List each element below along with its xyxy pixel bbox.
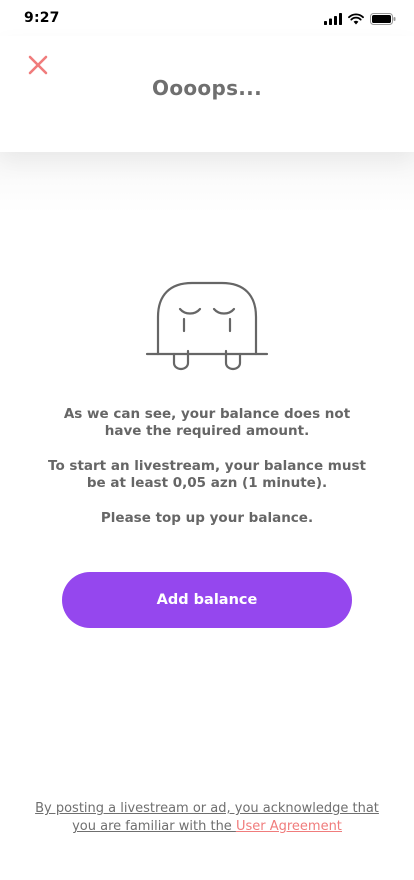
add-balance-label: Add balance: [156, 592, 258, 608]
agreement-note-line1: By posting a livestream or ad, you ackno…: [35, 801, 379, 816]
agreement-note-prefix: you are familiar with the: [72, 819, 236, 834]
screen: 9:27 Oooops... As we can see, your balan…: [0, 0, 414, 880]
balance-message-line1: As we can see, your balance does not: [63, 406, 351, 422]
minimum-message-line2: be at least 0,05 azn (1 minute).: [86, 475, 328, 491]
balance-message: As we can see, your balance does not hav…: [40, 406, 374, 440]
wifi-icon: [348, 13, 364, 25]
header: Oooops...: [0, 36, 414, 152]
minimum-message-line1: To start an livestream, your balance mus…: [48, 458, 366, 474]
agreement-note-line2: you are familiar with the User Agreement: [10, 818, 404, 836]
agreement-note: By posting a livestream or ad, you ackno…: [10, 800, 404, 836]
status-icons: [324, 12, 396, 26]
sad-ghost-icon: [145, 281, 269, 371]
add-balance-button[interactable]: Add balance: [62, 572, 352, 628]
main-content: As we can see, your balance does not hav…: [0, 152, 414, 880]
signal-icon: [324, 13, 342, 25]
minimum-message: To start an livestream, your balance mus…: [40, 458, 374, 492]
battery-icon: [370, 13, 396, 25]
balance-message-line2: have the required amount.: [104, 423, 310, 439]
status-time: 9:27: [24, 10, 60, 26]
status-bar: 9:27: [0, 0, 414, 36]
user-agreement-link[interactable]: User Agreement: [236, 819, 342, 834]
topup-message: Please top up your balance.: [100, 510, 314, 526]
page-title: Oooops...: [152, 76, 262, 100]
